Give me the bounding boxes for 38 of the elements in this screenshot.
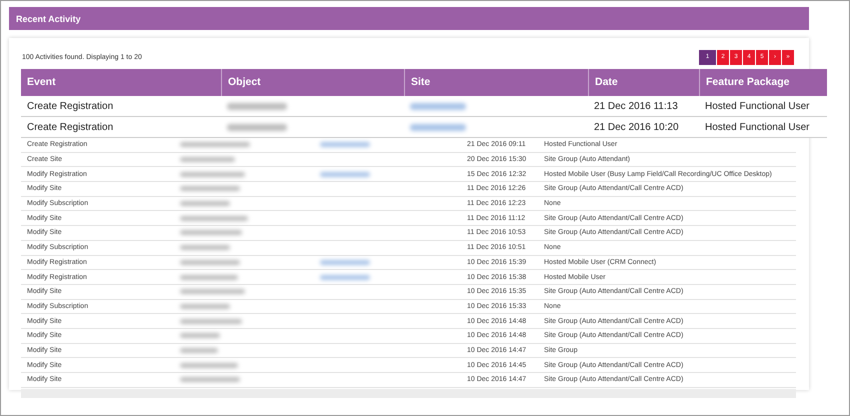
blurred-text	[180, 142, 250, 148]
table-cell-text: 21 Dec 2016 11:13	[593, 100, 679, 112]
blurred-text	[227, 124, 287, 130]
column-header: Object	[221, 69, 404, 96]
blurred-text	[180, 216, 248, 221]
blurred-link[interactable]	[320, 172, 370, 177]
column-header: Site	[404, 69, 588, 96]
blurred-link[interactable]	[410, 102, 466, 110]
table-cell-text: Hosted Functional User	[704, 122, 810, 132]
blurred-text	[180, 230, 242, 236]
blurred-text	[180, 186, 240, 192]
table-cell-text: 21 Dec 2016 10:20	[593, 122, 680, 132]
blurred-text	[180, 201, 230, 206]
blurred-text	[180, 304, 230, 309]
blurred-link[interactable]	[320, 142, 370, 148]
blurred-link[interactable]	[320, 260, 370, 265]
column-header: Date	[588, 69, 699, 96]
blurred-text	[180, 362, 238, 368]
blurred-text	[180, 172, 245, 177]
table-cell-text: Hosted Functional User	[704, 100, 810, 112]
table-cell-text: Create Registration	[26, 122, 114, 132]
horizontal-scrollbar[interactable]	[21, 388, 796, 398]
blurred-text	[180, 333, 220, 338]
blurred-link[interactable]	[410, 124, 466, 130]
blurred-text	[180, 274, 238, 280]
blurred-text	[180, 377, 240, 382]
blurred-text	[180, 157, 235, 162]
blurred-text	[180, 318, 242, 324]
table-cell-text: Create Registration	[26, 100, 114, 112]
blurred-text	[180, 348, 218, 353]
column-header: Event	[26, 75, 57, 90]
blurred-link[interactable]	[320, 274, 370, 280]
blurred-text	[180, 289, 245, 294]
panel-title: Recent Activity	[16, 14, 81, 24]
column-header: Feature Package	[699, 69, 827, 96]
blurred-text	[227, 102, 287, 110]
blurred-text	[180, 260, 240, 265]
blurred-text	[180, 245, 230, 250]
